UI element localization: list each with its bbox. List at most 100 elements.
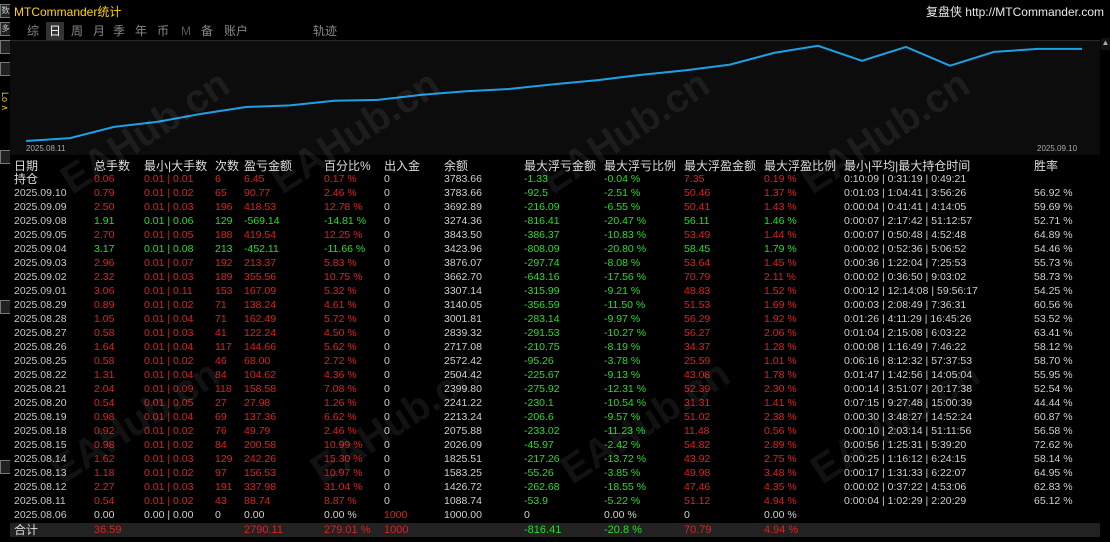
tab-1[interactable]: 日 bbox=[46, 22, 64, 40]
cell-lots: 0.54 bbox=[94, 495, 115, 507]
tab-3[interactable]: 月 bbox=[90, 22, 108, 40]
cell-pnl: -452.11 bbox=[244, 243, 279, 255]
cell-count: 43 bbox=[215, 495, 227, 507]
cell-pnl: 156.53 bbox=[244, 467, 277, 479]
table-row[interactable]: 2025.08.22 1.31 0.01 | 0.04 84 104.62 4.36 % 0… bbox=[10, 368, 1100, 382]
cell-maxgain_pct: 1.79 % bbox=[764, 243, 797, 255]
table-row[interactable]: 2025.08.15 0.98 0.01 | 0.02 84 200.58 10.99 %… bbox=[10, 438, 1100, 452]
cell-maxgain: 43.08 bbox=[684, 369, 711, 381]
table-row[interactable]: 2025.08.25 0.58 0.01 | 0.02 46 68.00 2.72 % 0 2… bbox=[10, 354, 1100, 368]
cell-win: 55.95 % bbox=[1034, 369, 1073, 381]
table-row[interactable]: 2025.08.26 1.64 0.01 | 0.04 117 144.66 5.62 %… bbox=[10, 340, 1100, 354]
cell-minmax: 0.01 | 0.03 bbox=[144, 453, 194, 465]
tab-9[interactable]: 账户 bbox=[222, 22, 250, 40]
cell-win: 56.58 % bbox=[1034, 425, 1073, 437]
cell-maxgain_pct: 2.06 % bbox=[764, 327, 797, 339]
table-row[interactable]: 2025.08.29 0.89 0.01 | 0.02 71 138.24 4.61 % 0… bbox=[10, 298, 1100, 312]
cell-date: 2025.08.22 bbox=[14, 369, 67, 381]
cell-time: 0:00:04 | 1:02:29 | 2:20:29 bbox=[844, 495, 967, 507]
tab-7[interactable]: M bbox=[178, 22, 194, 40]
chart-scroll-up-icon[interactable]: ▲ bbox=[1101, 38, 1110, 50]
table-row[interactable]: 2025.08.12 2.27 0.01 | 0.03 191 337.98 31.04 … bbox=[10, 480, 1100, 494]
cell-maxloss: -55.26 bbox=[524, 467, 554, 479]
cell-date: 2025.08.11 bbox=[14, 495, 66, 507]
table-row[interactable]: 2025.08.06 0.00 0.00 | 0.00 0 0.00 0.00 % 1000… bbox=[10, 508, 1100, 522]
table-row[interactable]: 2025.08.11 0.54 0.01 | 0.02 43 88.74 8.87 % 0 1… bbox=[10, 494, 1100, 508]
cell-maxgain_pct: 1.78 % bbox=[764, 369, 797, 381]
cell-time: 0:00:14 | 3:51:07 | 20:17:38 bbox=[844, 383, 973, 395]
cell-count: 65 bbox=[215, 187, 227, 199]
cell-pct: 4.36 % bbox=[324, 369, 357, 381]
cell-maxgain: 54.82 bbox=[684, 439, 711, 451]
tab-2[interactable]: 周 bbox=[68, 22, 86, 40]
cell-time: 0:06:16 | 8:12:32 | 57:37:53 bbox=[844, 355, 973, 367]
table-row[interactable]: 2025.08.14 1.62 0.01 | 0.03 129 242.26 15.30 … bbox=[10, 452, 1100, 466]
cell-maxgain_pct: 3.48 % bbox=[764, 467, 797, 479]
tab-4[interactable]: 季 bbox=[110, 22, 128, 40]
cell-lots: 2.27 bbox=[94, 481, 115, 493]
cell-win: 44.44 % bbox=[1034, 397, 1073, 409]
cell-count: 84 bbox=[215, 439, 227, 451]
cell-count: 71 bbox=[215, 313, 227, 325]
cell-maxgain_pct: 2.38 % bbox=[764, 411, 797, 423]
equity-line bbox=[25, 44, 1082, 142]
table-row[interactable]: 2025.09.05 2.70 0.01 | 0.05 188 419.54 12.25 … bbox=[10, 228, 1100, 242]
cell-maxloss_pct: -11.50 % bbox=[604, 299, 646, 311]
cell-lots: 2.04 bbox=[94, 383, 115, 395]
cell-maxgain_pct: 1.37 % bbox=[764, 187, 797, 199]
table-row[interactable]: 2025.09.10 0.79 0.01 | 0.02 65 90.77 2.46 % 0 3… bbox=[10, 186, 1100, 200]
cell-maxloss: -386.37 bbox=[524, 229, 560, 241]
cell-win: 60.56 % bbox=[1034, 299, 1073, 311]
cell-minmax: 0.01 | 0.04 bbox=[144, 341, 194, 353]
table-row[interactable]: 2025.08.28 1.05 0.01 | 0.04 71 162.49 5.72 % 0… bbox=[10, 312, 1100, 326]
tab-8[interactable]: 备 bbox=[198, 22, 216, 40]
cell-maxgain_pct: 0.56 % bbox=[764, 425, 797, 437]
cell-time: 0:01:04 | 2:15:08 | 6:03:22 bbox=[844, 327, 967, 339]
cell-flow: 0 bbox=[384, 201, 390, 213]
table-row[interactable]: 2025.08.20 0.54 0.01 | 0.05 27 27.98 1.26 % 0 2… bbox=[10, 396, 1100, 410]
cell-lots: 1.18 bbox=[94, 467, 115, 479]
cell-lots: 0.92 bbox=[94, 425, 115, 437]
tab-5[interactable]: 年 bbox=[132, 22, 150, 40]
table-row[interactable]: 2025.08.13 1.18 0.01 | 0.02 97 156.53 10.97 %… bbox=[10, 466, 1100, 480]
cell-date: 2025.08.29 bbox=[14, 299, 67, 311]
table-row[interactable]: 2025.09.03 2.96 0.01 | 0.07 192 213.37 5.83 %… bbox=[10, 256, 1100, 270]
table-row[interactable]: 2025.09.09 2.50 0.01 | 0.03 196 418.53 12.78 … bbox=[10, 200, 1100, 214]
tab-10[interactable]: 轨迹 bbox=[310, 22, 340, 40]
cell-date: 2025.09.03 bbox=[14, 257, 67, 269]
tab-6[interactable]: 币 bbox=[154, 22, 172, 40]
brand-link[interactable]: 复盘侠 http://MTCommander.com bbox=[926, 3, 1104, 20]
table-row[interactable]: 2025.08.18 0.92 0.01 | 0.02 76 49.79 2.46 % 0 2… bbox=[10, 424, 1100, 438]
cell-flow: 0 bbox=[384, 327, 390, 339]
cell-time: 0:00:08 | 1:16:49 | 7:46:22 bbox=[844, 341, 967, 353]
holding-row[interactable]: 持仓 0.06 0.01 | 0.01 6 6.45 0.17 % 0 3783.66 -1.3… bbox=[10, 172, 1100, 186]
table-row[interactable]: 2025.09.01 3.06 0.01 | 0.11 153 167.09 5.32 %… bbox=[10, 284, 1100, 298]
cell-count: 117 bbox=[215, 341, 232, 353]
cell-pnl: 138.24 bbox=[244, 299, 277, 311]
cell-pct: 0.00 % bbox=[324, 509, 357, 521]
cell-flow: 0 bbox=[384, 481, 390, 493]
cell-maxloss: -297.74 bbox=[524, 257, 560, 269]
cell-time: 0:01:26 | 4:11:29 | 16:45:26 bbox=[844, 313, 972, 325]
cell-time: 0:00:10 | 2:03:14 | 51:11:56 bbox=[844, 425, 972, 437]
cell-pct: 12.25 % bbox=[324, 229, 363, 241]
cell-minmax: 0.01 | 0.04 bbox=[144, 369, 194, 381]
table-row[interactable]: 2025.08.27 0.58 0.01 | 0.03 41 122.24 4.50 % 0… bbox=[10, 326, 1100, 340]
table-row[interactable]: 2025.08.19 0.98 0.01 | 0.04 69 137.36 6.62 % 0… bbox=[10, 410, 1100, 424]
cell-balance: 2399.80 bbox=[444, 383, 482, 395]
cell-minmax: 0.01 | 0.07 bbox=[144, 257, 194, 269]
table-row[interactable]: 2025.09.08 1.91 0.01 | 0.06 129 -569.14 -14.8… bbox=[10, 214, 1100, 228]
cell-win: 60.87 % bbox=[1034, 411, 1073, 423]
tab-0[interactable]: 综 bbox=[24, 22, 42, 40]
cell-minmax: 0.01 | 0.02 bbox=[144, 439, 194, 451]
cell-maxgain_pct: 1.52 % bbox=[764, 285, 797, 297]
table-row[interactable]: 2025.09.02 2.32 0.01 | 0.03 189 355.56 10.75 … bbox=[10, 270, 1100, 284]
cell-date: 2025.09.09 bbox=[14, 201, 67, 213]
cell-maxloss_pct: -0.04 % bbox=[604, 173, 641, 185]
table-row[interactable]: 2025.08.21 2.04 0.01 | 0.09 118 158.58 7.08 %… bbox=[10, 382, 1100, 396]
cell-win: 52.54 % bbox=[1034, 383, 1073, 395]
table-row[interactable]: 2025.09.04 3.17 0.01 | 0.08 213 -452.11 -11.6… bbox=[10, 242, 1100, 256]
cell-balance: 2572.42 bbox=[444, 355, 482, 367]
cell-minmax: 0.01 | 0.03 bbox=[144, 327, 194, 339]
cell-maxgain: 58.45 bbox=[684, 243, 711, 255]
